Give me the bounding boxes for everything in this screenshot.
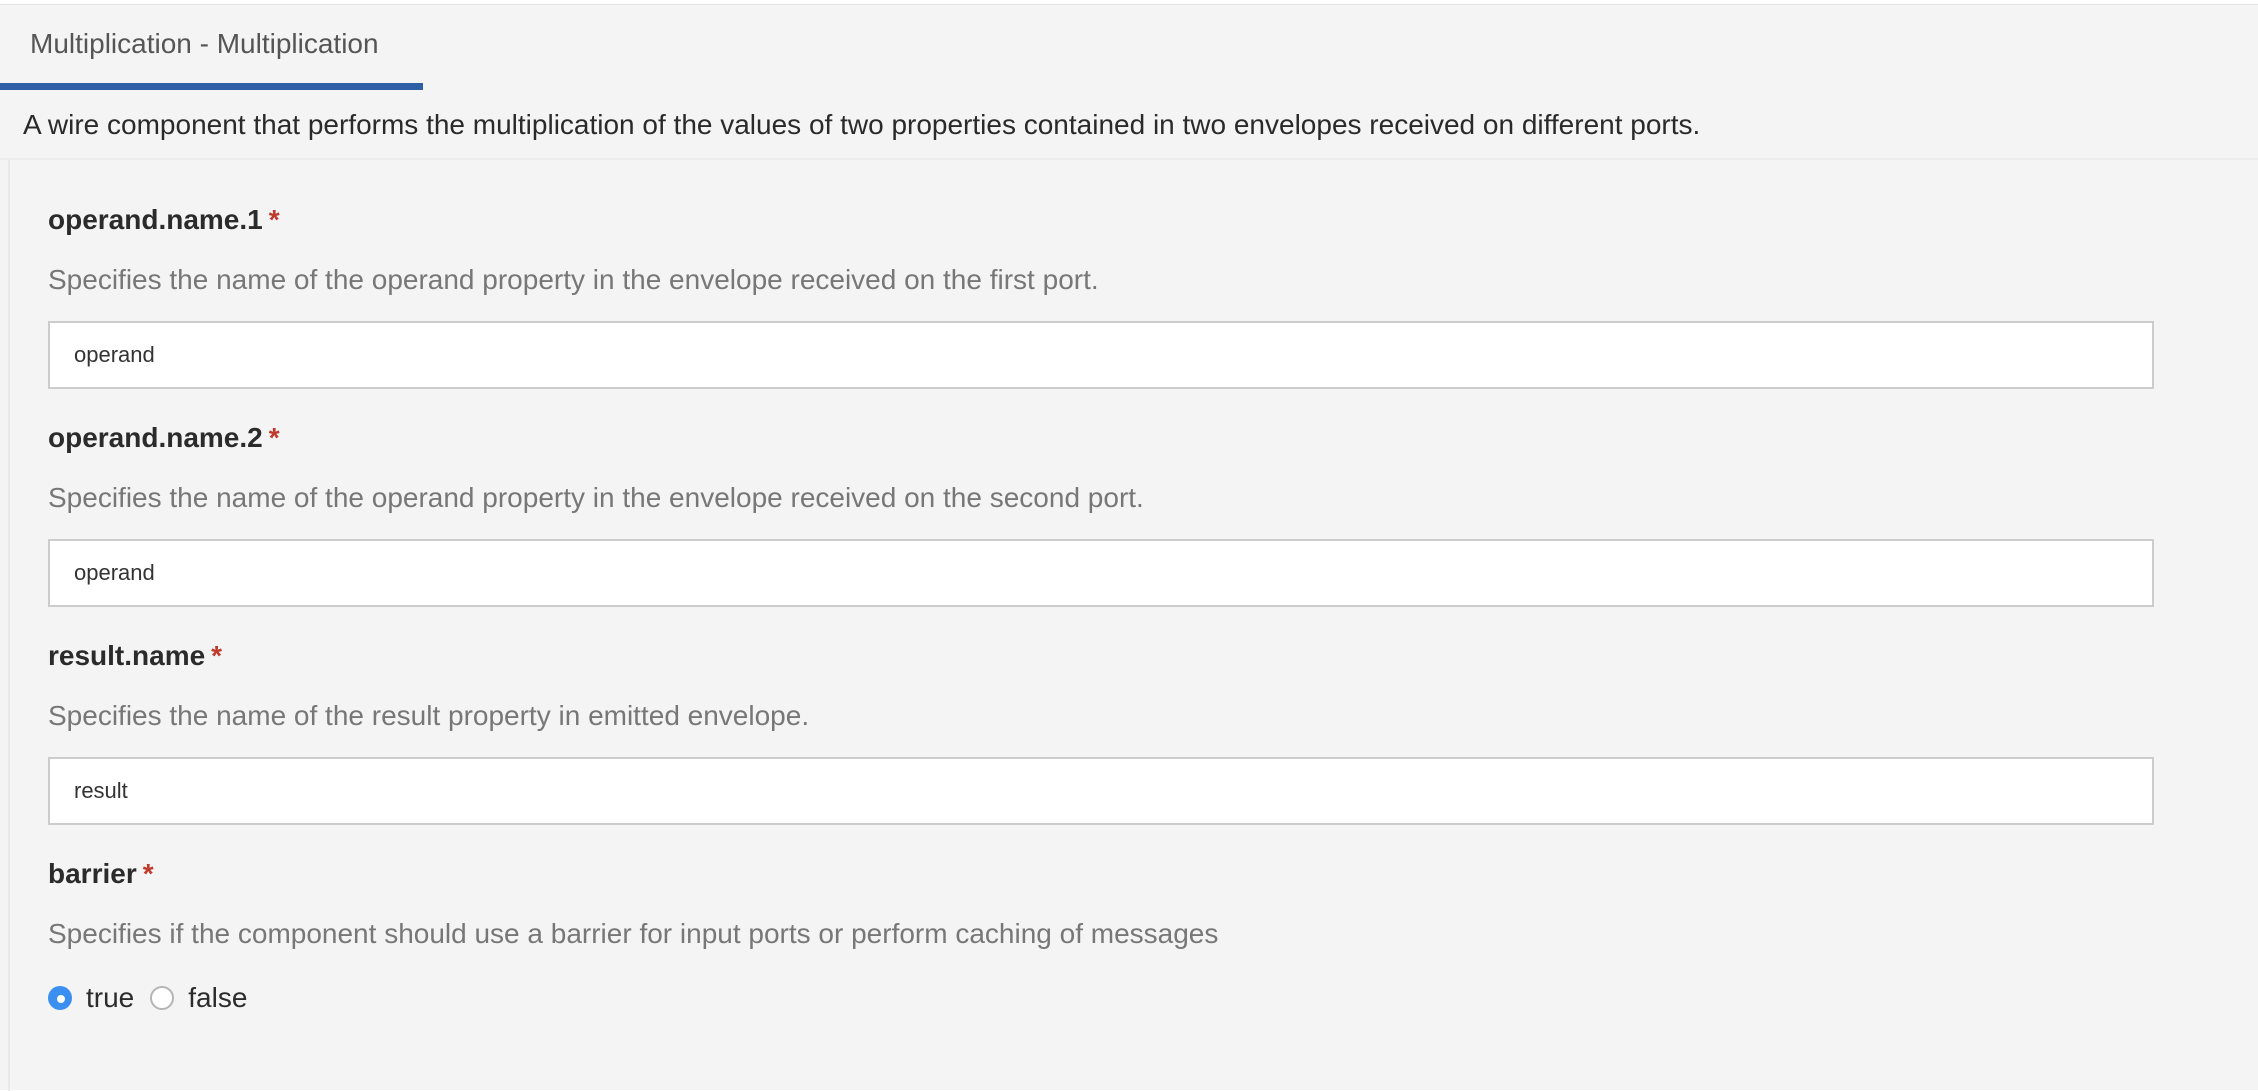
required-marker: * — [211, 640, 223, 671]
field-label-text: operand.name.1 — [48, 204, 263, 235]
required-marker: * — [142, 858, 154, 889]
field-label: operand.name.2 * — [48, 422, 280, 454]
radio-button-false[interactable] — [150, 986, 175, 1010]
field-help-text: Specifies the name of the result propert… — [48, 700, 810, 731]
radio-option-false[interactable]: false — [150, 982, 247, 1014]
result-name-input[interactable] — [48, 757, 2154, 825]
field-label-text: operand.name.2 — [48, 422, 263, 453]
field-help-text: Specifies the name of the operand proper… — [48, 264, 1099, 295]
component-config-panel: Multiplication - Multiplication A wire c… — [0, 4, 2258, 1091]
required-marker: * — [268, 422, 280, 453]
radio-label-false: false — [188, 982, 248, 1013]
radio-button-true[interactable] — [48, 986, 72, 1010]
required-marker: * — [268, 204, 280, 235]
field-label: operand.name.1 * — [48, 204, 280, 236]
field-label-text: result.name — [48, 640, 206, 671]
component-description: A wire component that performs the multi… — [23, 109, 1701, 140]
field-help-text: Specifies if the component should use a … — [48, 918, 1219, 949]
field-label: result.name * — [48, 640, 222, 672]
operand-name-2-input[interactable] — [48, 539, 2154, 607]
properties-form: operand.name.1 * Specifies the name of th… — [8, 160, 2258, 1091]
tab-label: Multiplication - Multiplication — [30, 28, 379, 59]
radio-option-true[interactable]: true — [48, 982, 134, 1014]
field-label: barrier * — [48, 858, 154, 890]
radio-label-true: true — [86, 982, 135, 1013]
barrier-radio-group: true false — [48, 978, 263, 1018]
operand-name-1-input[interactable] — [48, 321, 2154, 389]
field-label-text: barrier — [48, 858, 137, 889]
field-help-text: Specifies the name of the operand proper… — [48, 482, 1144, 513]
tab-multiplication[interactable]: Multiplication - Multiplication — [0, 5, 423, 90]
